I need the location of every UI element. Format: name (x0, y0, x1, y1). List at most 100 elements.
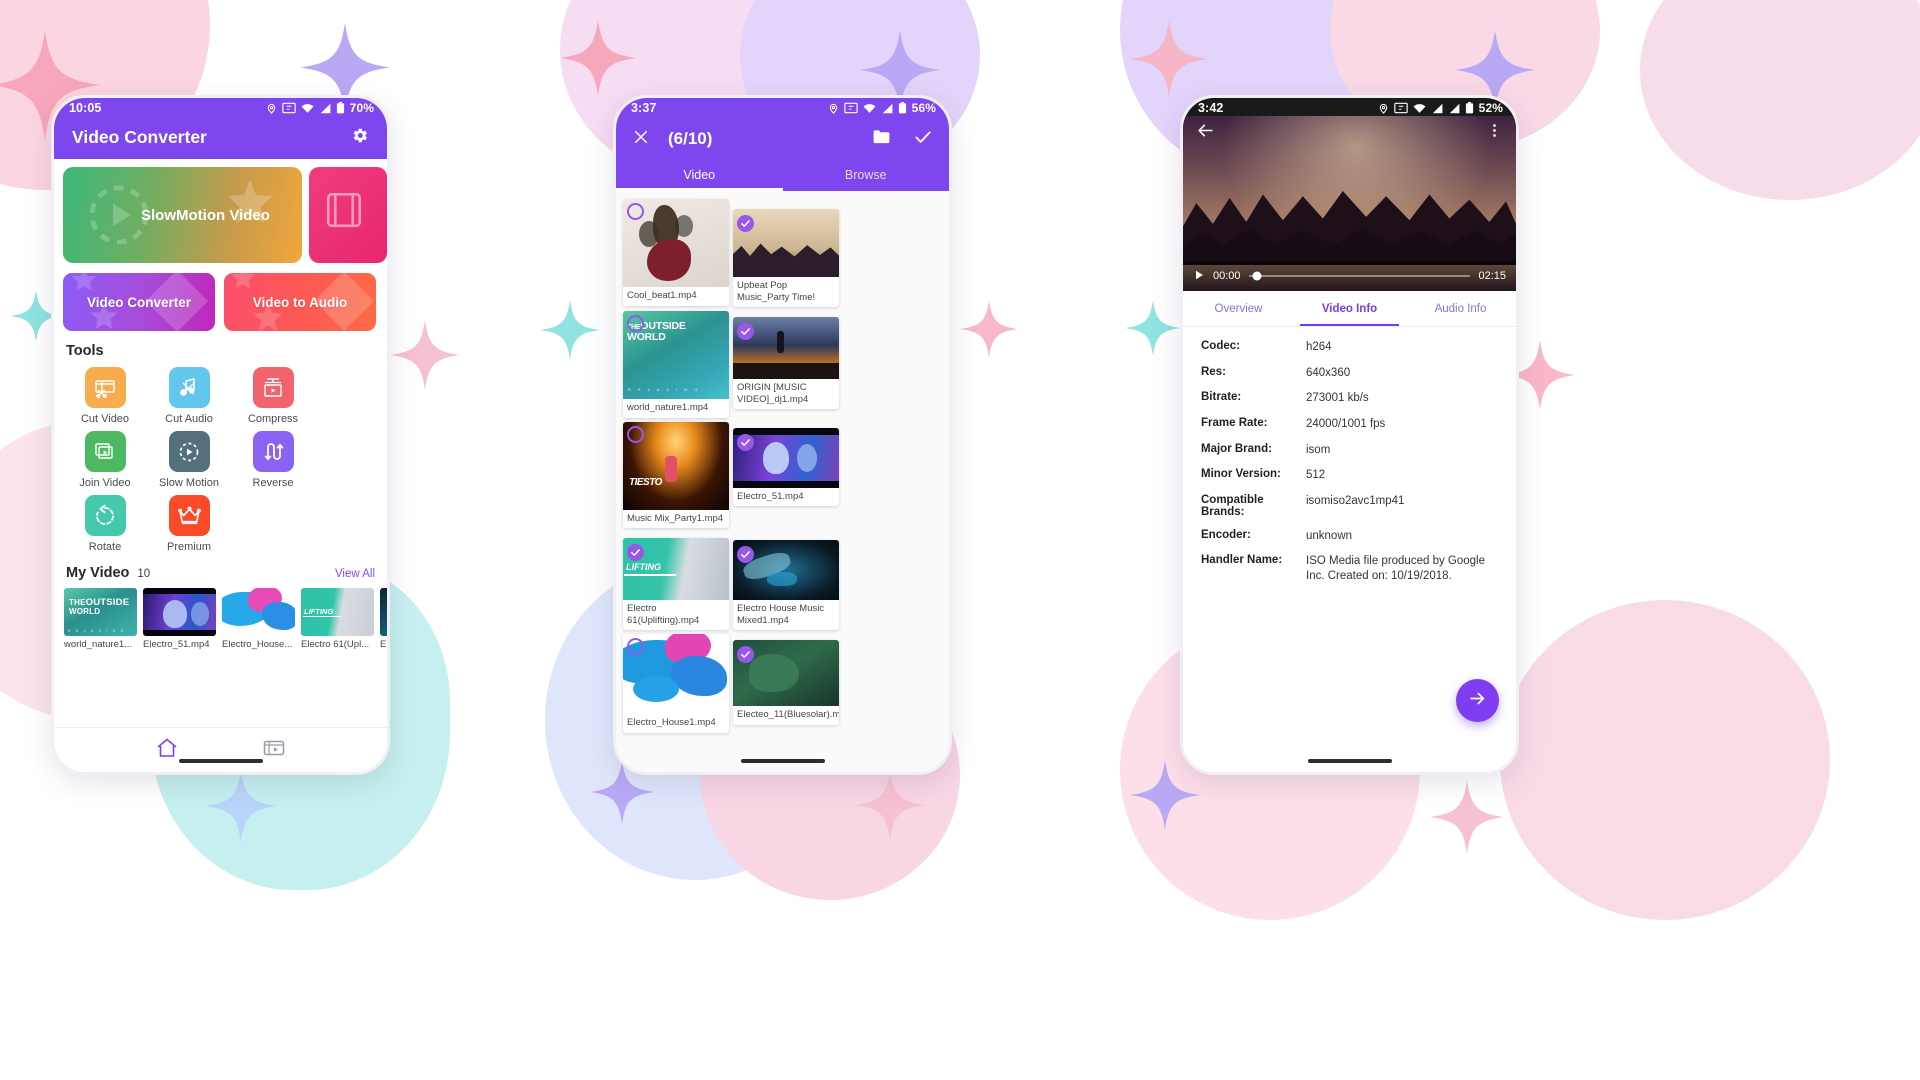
grid-item[interactable]: THEOUTSIDE WORLD R E L A X I N G world_na… (621, 309, 731, 420)
media-icon[interactable] (262, 736, 286, 765)
selection-checkbox[interactable] (737, 215, 754, 232)
app-bar (1183, 116, 1516, 150)
list-item[interactable]: Electro_51.mp4 (143, 588, 216, 650)
info-key: Minor Version: (1201, 468, 1281, 481)
gear-icon[interactable] (350, 126, 369, 150)
bg-blob (1640, 0, 1920, 200)
sparkle-icon (540, 300, 600, 360)
home-icon[interactable] (155, 736, 179, 765)
selection-checkbox[interactable] (737, 433, 754, 451)
grid-item[interactable]: Cool_beat1.mp4 (621, 197, 731, 309)
grid-item[interactable]: ORIGIN [MUSIC VIDEO]_dj1.mp4 (731, 309, 841, 420)
wifi-icon (863, 103, 876, 113)
seek-bar[interactable] (1248, 271, 1471, 281)
my-video-list[interactable]: THEOUTSIDE WORLD R E L A X I N G world_na… (54, 581, 387, 650)
info-value: 24000/1001 fps (1306, 418, 1386, 431)
my-video-title: My Video (66, 565, 130, 581)
grid-item[interactable]: Electro House Music Mixed1.mp4 (731, 530, 841, 632)
card-video-converter[interactable]: Video Converter (63, 273, 215, 331)
grid-item[interactable]: Electro_House1.mp4 (621, 632, 731, 735)
reverse-icon (252, 431, 294, 472)
video-thumbnail: LIFTING (301, 588, 374, 636)
battery-percent: 70% (349, 101, 374, 115)
home-indicator (178, 759, 263, 763)
battery-percent: 56% (911, 101, 936, 115)
grid-item[interactable]: LIFTING Electro 61(Uplifting).mp4 (621, 530, 731, 632)
back-arrow-icon[interactable] (1196, 121, 1215, 145)
selection-checkbox[interactable] (627, 203, 644, 220)
next-fab-button[interactable] (1456, 679, 1499, 722)
video-player[interactable]: 00:00 02:15 (1183, 116, 1516, 291)
tab-video[interactable]: Video (616, 158, 783, 191)
seek-knob[interactable] (1252, 271, 1262, 281)
video-name: Upbeat Pop Music_Party Time! (737, 280, 816, 303)
banner-slowmotion[interactable]: SlowMotion Video (63, 167, 303, 263)
close-icon[interactable] (632, 128, 650, 151)
list-item[interactable]: THEOUTSIDE WORLD R E L A X I N G world_na… (64, 588, 137, 650)
screen-record-icon (1393, 102, 1408, 114)
status-time: 3:42 (1198, 101, 1224, 115)
list-item[interactable]: Electro_House... (222, 588, 295, 650)
tab-label: Overview (1214, 302, 1263, 315)
star-decoration (222, 175, 278, 236)
tab-audio-info[interactable]: Audio Info (1405, 291, 1516, 326)
tool-join-video[interactable]: Join Video (63, 431, 147, 489)
video-grid-container[interactable]: Cool_beat1.mp4 Upbeat Pop Music_Party Ti… (616, 191, 949, 772)
video-info-list: Codec: h264 Res: 640x360 Bitrate: 273001… (1183, 327, 1516, 595)
card-video-to-audio[interactable]: Video to Audio (224, 273, 376, 331)
location-icon (829, 103, 837, 114)
info-key: Frame Rate: (1201, 417, 1268, 430)
arrow-right-icon (1468, 689, 1487, 713)
grid-item[interactable]: Electro_51.mp4 (731, 420, 841, 531)
sparkle-icon (1125, 300, 1181, 356)
cut-video-icon (84, 367, 126, 408)
info-value: ISO Media file produced by Google Inc. C… (1306, 555, 1485, 583)
slow-motion-icon (168, 431, 210, 472)
status-icons: 56% (828, 101, 936, 115)
info-row: Res: 640x360 (1183, 366, 1516, 392)
tool-cut-video[interactable]: Cut Video (63, 367, 147, 425)
grid-item[interactable]: Upbeat Pop Music_Party Time! (731, 197, 841, 309)
banner-next[interactable] (309, 167, 387, 263)
check-icon[interactable] (913, 127, 933, 152)
video-name: world_nature1... (64, 639, 133, 650)
signal-icon (320, 103, 331, 113)
more-vertical-icon[interactable] (1486, 122, 1503, 144)
phone1-top: 10:05 70% Video Converter (54, 98, 387, 159)
tool-premium[interactable]: Premium (147, 495, 231, 553)
home-indicator (1307, 759, 1392, 763)
info-key: Handler Name: (1201, 554, 1283, 567)
tool-slow-motion[interactable]: Slow Motion (147, 431, 231, 489)
tool-compress[interactable]: Compress (231, 367, 315, 425)
sparkle-icon (855, 770, 925, 840)
list-item[interactable]: LIFTING Electro 61(Upl... (301, 588, 374, 650)
folder-icon[interactable] (871, 126, 892, 152)
tools-grid: Cut Video Cut Audio Compress Join Video … (54, 360, 387, 559)
grid-item[interactable]: TIESTO Music Mix_Party1.mp4 (621, 420, 731, 531)
tool-rotate[interactable]: Rotate (63, 495, 147, 553)
page-title: Video Converter (72, 127, 207, 147)
tool-reverse[interactable]: Reverse (231, 431, 315, 489)
battery-icon (336, 102, 344, 114)
video-name: Electro House Music Mixed1.mp4 (737, 603, 825, 626)
tool-cut-audio[interactable]: Cut Audio (147, 367, 231, 425)
card-label: Video to Audio (252, 294, 348, 310)
tab-browse[interactable]: Browse (783, 158, 950, 191)
app-bar: (6/10) (616, 116, 949, 158)
view-all-link[interactable]: View All (335, 568, 375, 580)
play-icon[interactable] (1193, 269, 1205, 284)
list-item[interactable]: Ele... (380, 588, 387, 650)
status-icons: 52% (1378, 101, 1503, 115)
selection-checkbox[interactable] (627, 425, 644, 443)
info-row: Compatible Brands: isomiso2avc1mp41 (1183, 494, 1516, 529)
location-icon (267, 103, 275, 114)
signal-icon-2 (1449, 103, 1460, 113)
tab-label: Browse (844, 167, 887, 182)
info-value: isom (1306, 443, 1331, 456)
video-thumbnail (380, 588, 387, 636)
info-row: Encoder: unknown (1183, 529, 1516, 555)
tab-overview[interactable]: Overview (1183, 291, 1294, 326)
info-value: 640x360 (1306, 366, 1351, 379)
grid-item[interactable]: Electeo_11(Bluesolar).mp4 (731, 632, 841, 735)
tab-video-info[interactable]: Video Info (1294, 291, 1405, 326)
